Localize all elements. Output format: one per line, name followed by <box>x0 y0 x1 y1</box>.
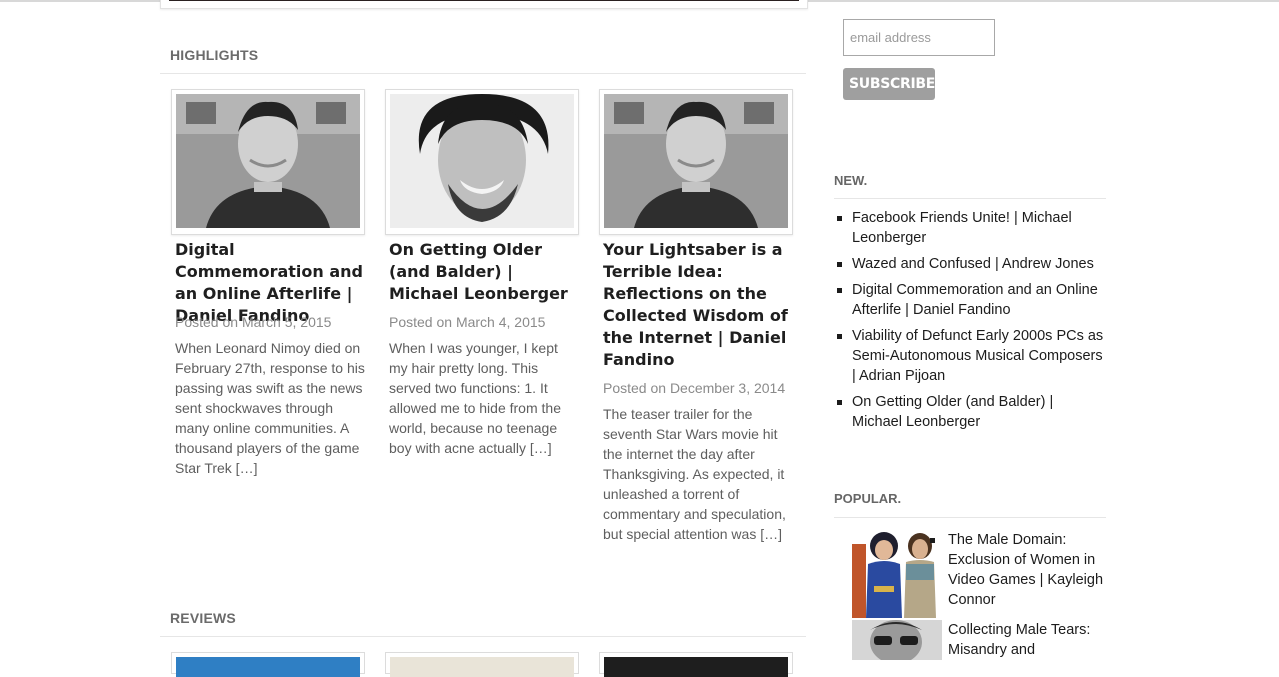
list-bullet <box>930 538 935 543</box>
author-portrait-image <box>390 94 574 228</box>
popular-heading: POPULAR. <box>834 491 902 506</box>
post-date: Posted on December 3, 2014 <box>603 380 786 396</box>
reviews-divider <box>160 636 806 637</box>
review-thumbnail[interactable] <box>599 652 793 677</box>
email-input[interactable] <box>843 19 995 56</box>
highlight-post-card: Your Lightsaber is a Terrible Idea: Refl… <box>599 89 793 549</box>
post-thumbnail[interactable] <box>171 89 365 235</box>
reviews-heading: REVIEWS <box>170 610 236 626</box>
post-excerpt: When Leonard Nimoy died on February 27th… <box>175 340 365 476</box>
review-image <box>176 657 360 677</box>
popular-post-thumbnail <box>852 530 942 620</box>
author-portrait-image <box>604 94 788 228</box>
post-title-link[interactable]: Your Lightsaber is a Terrible Idea: Refl… <box>603 239 793 371</box>
new-divider <box>834 198 1106 199</box>
popular-post-link[interactable]: The Male Domain: Exclusion of Women in V… <box>948 530 1108 610</box>
popular-post[interactable]: The Male Domain: Exclusion of Women in V… <box>852 530 1112 618</box>
new-post-link[interactable]: Viability of Defunct Early 2000s PCs as … <box>834 326 1106 386</box>
new-post-link[interactable]: Digital Commemoration and an Online Afte… <box>834 280 1106 320</box>
highlight-post-card: Digital Commemoration and an Online Afte… <box>171 89 365 509</box>
review-thumbnail[interactable] <box>385 652 579 677</box>
new-post-link[interactable]: On Getting Older (and Balder) | Michael … <box>834 392 1106 432</box>
new-posts-list: Facebook Friends Unite! | Michael Leonbe… <box>834 208 1106 438</box>
review-image <box>390 657 574 677</box>
new-post-link[interactable]: Facebook Friends Unite! | Michael Leonbe… <box>834 208 1106 248</box>
highlights-heading: HIGHLIGHTS <box>170 47 259 63</box>
popular-divider <box>834 517 1106 518</box>
subscribe-button[interactable]: SUBSCRIBE <box>843 68 935 100</box>
post-thumbnail[interactable] <box>599 89 793 235</box>
post-title-link[interactable]: On Getting Older (and Balder) | Michael … <box>389 239 579 305</box>
highlight-post-card: On Getting Older (and Balder) | Michael … <box>385 89 579 469</box>
popular-post-link[interactable]: Collecting Male Tears: Misandry and <box>948 620 1108 660</box>
new-post-link[interactable]: Wazed and Confused | Andrew Jones <box>834 254 1106 274</box>
previous-card-image-edge <box>169 0 799 1</box>
review-thumbnail[interactable] <box>171 652 365 677</box>
review-image <box>604 657 788 677</box>
author-portrait-image <box>176 94 360 228</box>
post-date: Posted on March 4, 2015 <box>389 314 546 330</box>
post-excerpt: The teaser trailer for the seventh Star … <box>603 406 786 542</box>
new-heading: NEW. <box>834 173 868 188</box>
post-date: Posted on March 5, 2015 <box>175 314 332 330</box>
highlights-divider <box>160 73 806 74</box>
post-thumbnail[interactable] <box>385 89 579 235</box>
post-excerpt: When I was younger, I kept my hair prett… <box>389 340 561 456</box>
previous-card-bottom <box>160 0 808 9</box>
popular-post-thumbnail <box>852 620 942 660</box>
popular-post[interactable]: Collecting Male Tears: Misandry and <box>852 620 1112 660</box>
